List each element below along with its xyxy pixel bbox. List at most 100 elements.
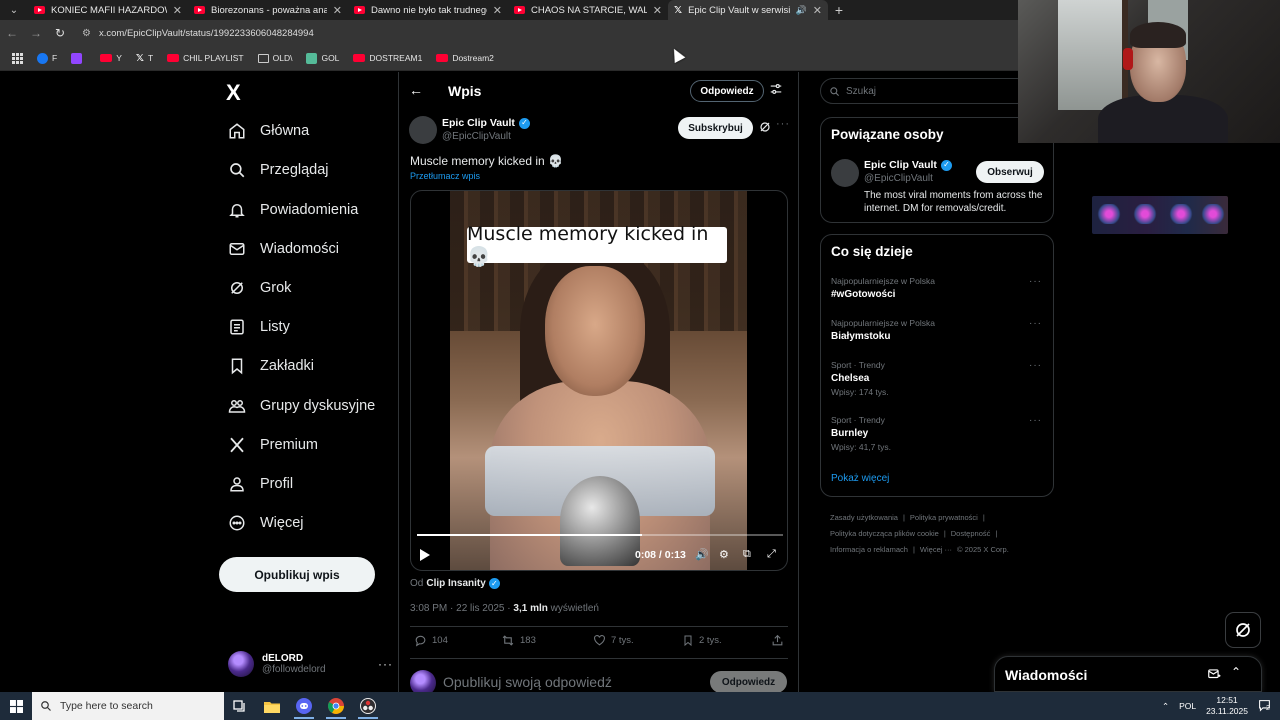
tab-close-icon[interactable]: ✕ (333, 4, 342, 17)
browser-tab[interactable]: Biorezonans - poważna analiza ✕ (188, 0, 348, 20)
translate-link[interactable]: Przetłumacz wpis (410, 171, 480, 181)
video-frame[interactable]: Muscle memory kicked in 💀 (450, 191, 747, 570)
settings-gear-icon[interactable]: ⚙ (719, 548, 729, 561)
tab-close-icon[interactable]: ✕ (653, 4, 662, 17)
more-dots-icon[interactable]: ··· (1029, 360, 1042, 371)
bookmark-item[interactable]: 𝕏T (130, 48, 159, 68)
forward-arrow-icon[interactable]: → (24, 20, 48, 46)
obs-icon[interactable] (352, 692, 384, 720)
footer-link[interactable]: Polityka dotycząca plików cookie (830, 529, 939, 538)
nav-item-grok[interactable]: Grok (228, 279, 291, 297)
clock[interactable]: 12:51 23.11.2025 (1206, 695, 1248, 717)
author-avatar[interactable] (409, 116, 437, 144)
footer-link[interactable]: Dostępność (951, 529, 991, 538)
audio-playing-icon[interactable]: 🔊 (796, 5, 807, 16)
reply-submit-button[interactable]: Odpowiedz (710, 671, 787, 692)
file-explorer-icon[interactable] (256, 692, 288, 720)
bookmark-item[interactable]: CHIL PLAYLIST (161, 48, 249, 68)
trend-item[interactable]: Najpopularniejsze w Polska #wGotowości ·… (831, 276, 1046, 300)
more-dots-icon[interactable]: ··· (1029, 276, 1042, 287)
footer-link[interactable]: Zasady użytkowania (830, 513, 898, 522)
nav-item-explore[interactable]: Przeglądaj (228, 161, 329, 179)
x-logo-icon[interactable]: X (226, 80, 241, 106)
more-dots-icon[interactable]: ··· (776, 118, 790, 130)
back-arrow-icon[interactable]: ← (409, 82, 423, 98)
taskbar-search-input[interactable]: Type here to search (32, 692, 224, 720)
trend-item[interactable]: Sport · Trendy Chelsea Wpisy: 174 tys. ·… (831, 360, 1046, 397)
repost-action[interactable]: 183 (501, 634, 536, 647)
nav-item-profile[interactable]: Profil (228, 475, 293, 493)
grok-floating-button[interactable] (1225, 612, 1261, 648)
nav-item-more[interactable]: Więcej (228, 514, 304, 532)
play-icon[interactable] (420, 549, 430, 561)
reply-input[interactable]: Opublikuj swoją odpowiedź (443, 674, 612, 690)
bookmark-item[interactable]: Y (94, 48, 128, 68)
nav-item-lists[interactable]: Listy (228, 318, 290, 336)
reply-button[interactable]: Odpowiedz (690, 80, 764, 102)
related-person-name-row[interactable]: Epic Clip Vault ✓ (864, 159, 952, 171)
more-dots-icon[interactable]: ··· (1029, 318, 1042, 329)
nav-item-premium[interactable]: Premium (228, 436, 318, 454)
grok-icon[interactable] (759, 121, 771, 133)
bookmark-item[interactable]: Dostream2 (430, 48, 500, 68)
more-dots-icon[interactable]: ··· (378, 657, 393, 671)
pip-icon[interactable]: ⧉ (743, 548, 751, 561)
language-indicator[interactable]: POL (1179, 701, 1196, 711)
discord-icon[interactable] (288, 692, 320, 720)
show-more-link[interactable]: Pokaż więcej (831, 473, 889, 484)
related-person-handle[interactable]: @EpicClipVault (864, 173, 933, 184)
browser-tab-active[interactable]: 𝕏 Epic Clip Vault w serwisie X 🔊 ✕ (668, 0, 828, 20)
fullscreen-icon[interactable]: ⤢ (767, 548, 776, 561)
bookmark-item[interactable]: F (31, 48, 63, 68)
tab-close-icon[interactable]: ✕ (493, 4, 502, 17)
more-dots-icon[interactable]: ··· (1029, 415, 1042, 426)
browser-tab[interactable]: KONIEC MAFII HAZARDOWEJ ✕ (28, 0, 188, 20)
nav-item-notifications[interactable]: Powiadomienia (228, 201, 358, 219)
sliders-icon[interactable] (769, 82, 783, 96)
video-progress-bar[interactable] (417, 534, 783, 536)
bookmark-item[interactable] (65, 48, 92, 68)
reload-icon[interactable]: ↻ (48, 20, 72, 46)
browser-tab[interactable]: Dawno nie było tak trudnego ✕ (348, 0, 508, 20)
chrome-icon[interactable] (320, 692, 352, 720)
tab-close-icon[interactable]: ✕ (813, 4, 822, 17)
apps-grid-icon[interactable] (6, 48, 29, 68)
new-tab-button[interactable]: + (828, 2, 850, 18)
nav-item-messages[interactable]: Wiadomości (228, 240, 339, 258)
video-player[interactable]: Muscle memory kicked in 💀 0:08 / 0:13 🔊 … (410, 190, 788, 571)
browser-tab[interactable]: CHAOS NA STARCIE, WALKA I ✕ (508, 0, 668, 20)
nav-item-communities[interactable]: Grupy dyskusyjne (228, 397, 375, 415)
windows-start-icon[interactable] (0, 692, 32, 720)
author-name-row[interactable]: Epic Clip Vault ✓ (442, 117, 530, 129)
bookmark-action[interactable]: 2 tys. (682, 634, 722, 647)
task-view-icon[interactable] (224, 692, 256, 720)
post-timestamp[interactable]: 3:08 PM · 22 lis 2025 · (410, 603, 513, 614)
bookmark-item[interactable]: GOL (300, 48, 345, 68)
tab-close-icon[interactable]: ✕ (173, 4, 182, 17)
trend-item[interactable]: Najpopularniejsze w Polska Białymstoku ·… (831, 318, 1046, 342)
like-action[interactable]: 7 tys. (593, 634, 634, 647)
tab-search-chevron-icon[interactable]: ⌄ (0, 0, 28, 20)
footer-link[interactable]: Polityka prywatności (910, 513, 978, 522)
footer-link[interactable]: Informacja o reklamach (830, 545, 908, 554)
url-field[interactable]: ⚙ x.com/EpicClipVault/status/19922336060… (76, 23, 1006, 43)
nav-item-home[interactable]: Główna (228, 122, 309, 140)
back-arrow-icon[interactable]: ← (0, 20, 24, 46)
follow-button[interactable]: Obserwuj (976, 161, 1044, 183)
site-info-icon[interactable]: ⚙ (82, 28, 91, 39)
reply-action[interactable]: 104 (414, 634, 448, 647)
messages-dock[interactable]: Wiadomości ⌃ (994, 656, 1262, 692)
volume-icon[interactable]: 🔊 (695, 548, 709, 561)
expand-chevron-icon[interactable]: ⌃ (1231, 665, 1241, 679)
trend-item[interactable]: Sport · Trendy Burnley Wpisy: 41,7 tys. … (831, 415, 1046, 452)
subscribe-button[interactable]: Subskrybuj (678, 117, 753, 139)
clip-source-name[interactable]: Clip Insanity (426, 578, 485, 589)
share-action[interactable] (771, 634, 784, 647)
nav-item-bookmarks[interactable]: Zakładki (228, 357, 314, 375)
author-handle[interactable]: @EpicClipVault (442, 131, 511, 142)
bookmark-item[interactable]: DOSTREAM1 (347, 48, 428, 68)
account-switcher[interactable]: dELORD @followdelord ··· (228, 644, 393, 684)
bookmark-folder[interactable]: OLD\ (252, 48, 299, 68)
search-input[interactable]: Szukaj (820, 78, 1030, 104)
footer-link[interactable]: Więcej ··· (920, 545, 952, 554)
